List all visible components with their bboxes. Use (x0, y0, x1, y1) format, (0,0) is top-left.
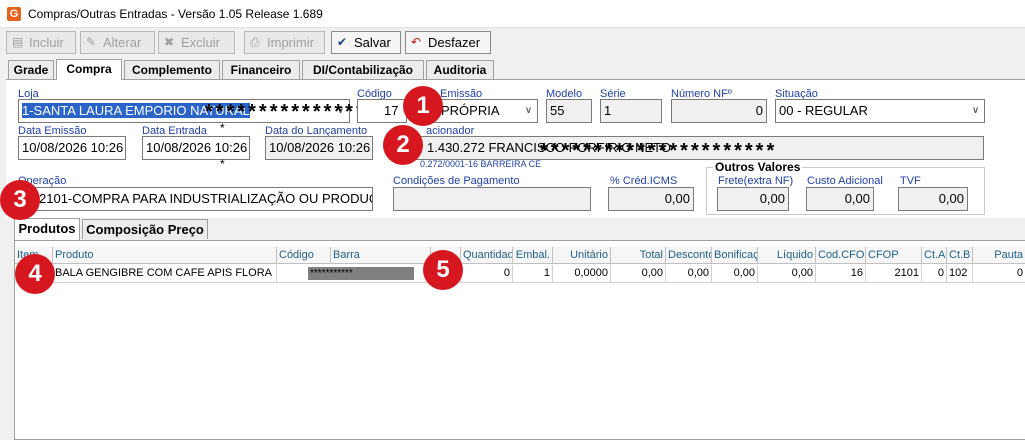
outros-valores-title: Outros Valores (713, 160, 803, 174)
tab-grade[interactable]: Grade (8, 60, 54, 79)
column-header-bonificacao[interactable]: Bonificação (712, 247, 758, 264)
custo-adicional-field[interactable]: 0,00 (806, 187, 874, 211)
data-emissao-field[interactable]: 10/08/2026 10:26 (18, 136, 126, 160)
custo-adicional-label: Custo Adicional (807, 175, 883, 187)
column-header-ct-b[interactable]: Ct.B (947, 247, 973, 264)
cell-pauta: 0 (973, 265, 1025, 283)
column-header-cod-cfop[interactable]: Cod.CFOP (816, 247, 866, 264)
tab-complemento[interactable]: Complemento (124, 60, 220, 79)
column-header-unitario[interactable]: Unitário (553, 247, 611, 264)
toolbar: ▤ Incluir ✎ Alterar ✖ Excluir ⎙ Imprimir… (0, 30, 1025, 56)
excluir-label: Excluir (181, 35, 221, 50)
cell-desconto: 0,00 (666, 265, 712, 283)
emissao-value: PRÓPRIA (441, 103, 500, 118)
tab-di-contabilizacao[interactable]: DI/Contabilização (302, 60, 424, 79)
cell-embal: 1 (513, 265, 553, 283)
situacao-select[interactable]: 00 - REGULAR ∨ (775, 99, 985, 123)
column-header-cfop[interactable]: CFOP (866, 247, 922, 264)
window-title: Compras/Outras Entradas - Versão 1.05 Re… (28, 7, 323, 21)
frete-label: Frete(extra NF) (718, 175, 794, 187)
cell-quantidade: 0 (461, 265, 513, 283)
delete-icon: ✖ (164, 35, 175, 49)
cell-cod-cfop: 16 (816, 265, 866, 283)
frete-field[interactable]: 0,00 (717, 187, 789, 211)
salvar-label: Salvar (354, 35, 391, 50)
tab-financeiro[interactable]: Financeiro (222, 60, 300, 79)
tvf-field[interactable]: 0,00 (898, 187, 968, 211)
incluir-label: Incluir (29, 35, 64, 50)
step-badge-1: 1 (403, 86, 443, 126)
tab-composicao-preco[interactable]: Composição Preço (82, 219, 208, 239)
alterar-button[interactable]: ✎ Alterar (80, 31, 155, 54)
printer-icon: ⎙ (250, 35, 260, 49)
tab-compra[interactable]: Compra (56, 59, 122, 80)
column-header-liquido[interactable]: Líquido (758, 247, 816, 264)
mask-overlay: ********************** (540, 140, 778, 162)
relacionador-subtext: 0.272/0001-16 BARREIRA CE (420, 159, 542, 169)
column-header-ct-a[interactable]: Ct.A (922, 247, 947, 264)
grid-header: Item Produto Código Barra Quantidade Emb… (15, 247, 1025, 264)
codigo-field[interactable]: 17 (357, 99, 407, 123)
cell-unitario: 0,0000 (553, 265, 611, 283)
condicoes-pagamento-label: Condições de Pagamento (393, 175, 520, 187)
column-header-pauta[interactable]: Pauta (973, 247, 1025, 264)
produtos-grid: Item Produto Código Barra Quantidade Emb… (14, 240, 1025, 440)
undo-icon: ↶ (411, 35, 422, 49)
imprimir-button[interactable]: ⎙ Imprimir (244, 31, 325, 54)
excluir-button[interactable]: ✖ Excluir (158, 31, 235, 54)
column-header-quantidade[interactable]: Quantidade (461, 247, 513, 264)
cell-produto: BALA GENGIBRE COM CAFE APIS FLORA (53, 265, 277, 283)
serie-field[interactable]: 1 (600, 99, 662, 123)
tab-produtos[interactable]: Produtos (14, 218, 80, 240)
app-logo-icon: G (7, 7, 21, 21)
column-header-desconto[interactable]: Desconto (666, 247, 712, 264)
step-badge-2: 2 (383, 125, 423, 165)
column-header-barra[interactable]: Barra (331, 247, 431, 264)
title-bar: G Compras/Outras Entradas - Versão 1.05 … (0, 0, 1025, 28)
condicoes-pagamento-field[interactable] (393, 187, 591, 211)
chevron-down-icon[interactable]: ∨ (967, 100, 984, 122)
cell-ct-b: 102 (947, 265, 973, 283)
step-badge-4: 4 (15, 254, 55, 294)
table-row[interactable]: BALA GENGIBRE COM CAFE APIS FLORA ******… (15, 265, 1025, 283)
cell-liquido: 0,00 (758, 265, 816, 283)
save-check-icon: ✔ (337, 35, 348, 49)
step-badge-5: 5 (423, 250, 463, 290)
add-icon: ▤ (12, 35, 24, 49)
column-header-codigo[interactable]: Código (277, 247, 331, 264)
column-header-produto[interactable]: Produto (53, 247, 277, 264)
cell-total: 0,00 (611, 265, 666, 283)
modelo-field[interactable]: 55 (546, 99, 592, 123)
cred-icms-label: % Créd.ICMS (610, 175, 678, 187)
situacao-value: 00 - REGULAR (779, 103, 868, 118)
desfazer-label: Desfazer (428, 35, 481, 50)
cell-bonificacao: 0,00 (712, 265, 758, 283)
edit-icon: ✎ (86, 35, 97, 49)
step-badge-3: 3 (0, 180, 40, 220)
operacao-field[interactable]: 2101-COMPRA PARA INDUSTRIALIZAÇÃO OU PRO… (18, 187, 373, 211)
tvf-label: TVF (900, 175, 921, 187)
chevron-down-icon[interactable]: ∨ (520, 100, 537, 122)
data-lancamento-field[interactable]: 10/08/2026 10:26 (265, 136, 373, 160)
cell-cfop: 2101 (866, 265, 922, 283)
cred-icms-field[interactable]: 0,00 (608, 187, 694, 211)
alterar-label: Alterar (103, 35, 142, 50)
desfazer-button[interactable]: ↶ Desfazer (405, 31, 491, 54)
column-header-total[interactable]: Total (611, 247, 666, 264)
imprimir-label: Imprimir (267, 35, 314, 50)
cell-barra: *********** (308, 267, 414, 280)
asterisk-mark: * (220, 157, 225, 171)
numero-nf-field[interactable]: 0 (671, 99, 767, 123)
column-header-embal[interactable]: Embal. (513, 247, 553, 264)
salvar-button[interactable]: ✔ Salvar (331, 31, 401, 54)
cell-ct-a: 0 (922, 265, 947, 283)
data-entrada-field[interactable]: 10/08/2026 10:26 (142, 136, 250, 160)
incluir-button[interactable]: ▤ Incluir (6, 31, 76, 54)
tab-auditoria[interactable]: Auditoria (426, 60, 494, 79)
asterisk-mark: * (220, 121, 225, 135)
